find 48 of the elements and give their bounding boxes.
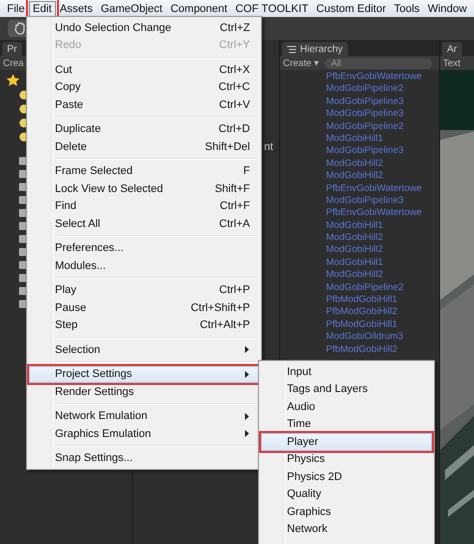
menu-item[interactable]: Preferences...	[29, 240, 259, 257]
menu-item[interactable]: Modules...	[29, 257, 259, 274]
menu-item[interactable]: Paste Ctrl+V	[29, 96, 259, 114]
menu-item[interactable]: Audio	[261, 398, 432, 416]
menubar-item[interactable]: GameObject	[96, 0, 166, 16]
menu-item[interactable]: Selection	[29, 341, 259, 358]
menu-item[interactable]: Physics 2D	[261, 468, 432, 486]
menubar-item[interactable]: File	[3, 0, 29, 16]
menu-item[interactable]: Duplicate Ctrl+D	[29, 120, 259, 138]
menu-item[interactable]: Frame Selected F	[29, 162, 259, 180]
menu-item[interactable]: Pause Ctrl+Shift+P	[29, 299, 259, 316]
menubar-item[interactable]: COF TOOLKIT	[231, 0, 312, 16]
search-field[interactable]: All	[325, 58, 432, 68]
menu-item[interactable]: Undo Selection Change Ctrl+Z	[29, 19, 259, 36]
menu-item[interactable]: Step Ctrl+Alt+P	[29, 316, 259, 334]
menubar-item[interactable]: Custom Editor	[312, 0, 390, 16]
menu-item[interactable]: Network Emulation	[29, 408, 259, 425]
menu-item[interactable]: Delete Shift+Del	[29, 138, 259, 156]
create-button[interactable]: Crea	[3, 58, 24, 68]
menu-item[interactable]: Network	[261, 520, 432, 538]
menubar-item[interactable]: Component	[166, 0, 232, 16]
menu-item[interactable]: Find Ctrl+F	[29, 198, 259, 215]
project-tab[interactable]: Pr	[2, 42, 22, 56]
menu-item[interactable]: Play Ctrl+P	[29, 282, 259, 299]
menu-item[interactable]: Copy Ctrl+C	[29, 78, 259, 96]
menu-item[interactable]: Physics	[261, 450, 432, 468]
animation-tab[interactable]: Ar	[442, 42, 462, 56]
text-button[interactable]: Text	[443, 58, 460, 68]
menu-item[interactable]: Input	[261, 363, 432, 380]
menu-item[interactable]: Tags and Layers	[261, 380, 432, 398]
menubar-item[interactable]: Assets	[56, 0, 97, 16]
menu-item[interactable]: Select All Ctrl+A	[29, 215, 259, 232]
inspector-label: nt	[264, 141, 274, 153]
menubar-item[interactable]: Window	[424, 0, 471, 16]
menu-item[interactable]: Player	[261, 433, 432, 450]
menu-item[interactable]: Snap Settings...	[29, 450, 259, 467]
menu-item[interactable]: Quality	[261, 486, 432, 503]
menubar-item[interactable]: Tools	[390, 0, 424, 16]
create-button[interactable]: Create ▾	[283, 57, 320, 69]
menu-item[interactable]: Graphics Emulation	[29, 425, 259, 442]
menubar-item[interactable]: Edit	[28, 0, 56, 16]
menu-item[interactable]: Project Settings	[29, 366, 259, 383]
menu-item[interactable]: Graphics	[261, 503, 432, 520]
menu-item[interactable]: Cut Ctrl+X	[29, 61, 259, 78]
menu-item[interactable]: Render Settings	[29, 383, 259, 400]
menu-item[interactable]: Lock View to Selected Shift+F	[29, 180, 259, 198]
hierarchy-tab[interactable]: Hierarchy	[282, 42, 348, 56]
menu-item[interactable]: Time	[261, 416, 432, 433]
